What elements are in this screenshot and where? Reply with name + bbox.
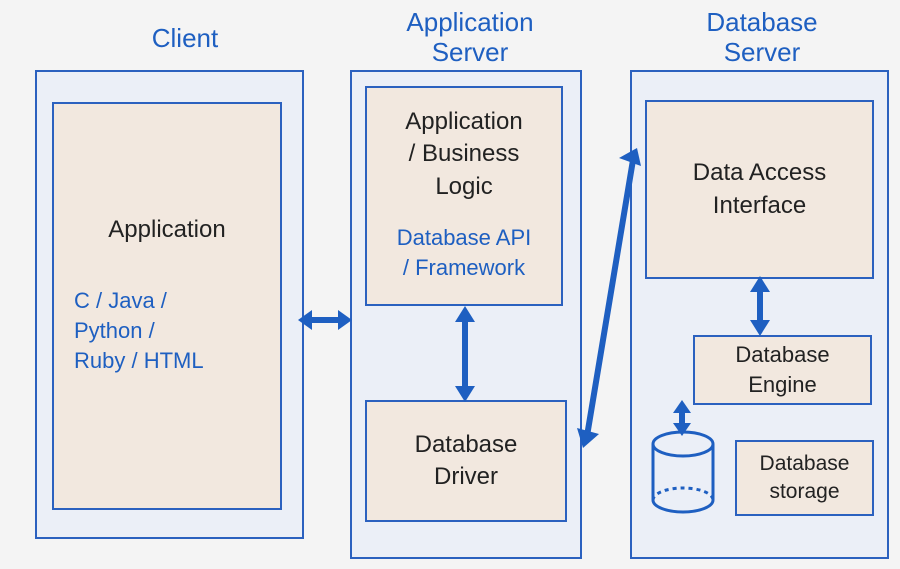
client-column-title: Client [110,24,260,54]
arrow-engine-storage [665,400,699,436]
database-api-label: Database API/ Framework [367,223,561,282]
client-tech-label: C / Java /Python /Ruby / HTML [54,286,280,375]
business-logic-box: Application/ BusinessLogic Database API/… [365,86,563,306]
database-engine-box: DatabaseEngine [693,335,872,405]
architecture-diagram: Client ApplicationServer DatabaseServer … [0,0,900,569]
arrow-driver-dataaccess [575,148,645,448]
arrow-client-appserver [298,300,352,340]
client-application-label: Application [54,214,280,246]
database-storage-label: Databasestorage [760,450,850,507]
dbserver-column-title: DatabaseServer [672,8,852,68]
database-engine-label: DatabaseEngine [735,340,829,399]
arrow-access-engine [740,276,780,336]
data-access-interface-label: Data AccessInterface [693,157,826,222]
business-logic-label: Application/ BusinessLogic [367,106,561,203]
database-storage-box: Databasestorage [735,440,874,516]
client-application-box: Application C / Java /Python /Ruby / HTM… [52,102,282,510]
data-access-interface-box: Data AccessInterface [645,100,874,279]
database-cylinder-icon [648,430,718,520]
arrow-logic-driver [445,306,485,402]
database-driver-box: DatabaseDriver [365,400,567,522]
appserver-column-title: ApplicationServer [380,8,560,68]
database-driver-label: DatabaseDriver [415,429,518,494]
